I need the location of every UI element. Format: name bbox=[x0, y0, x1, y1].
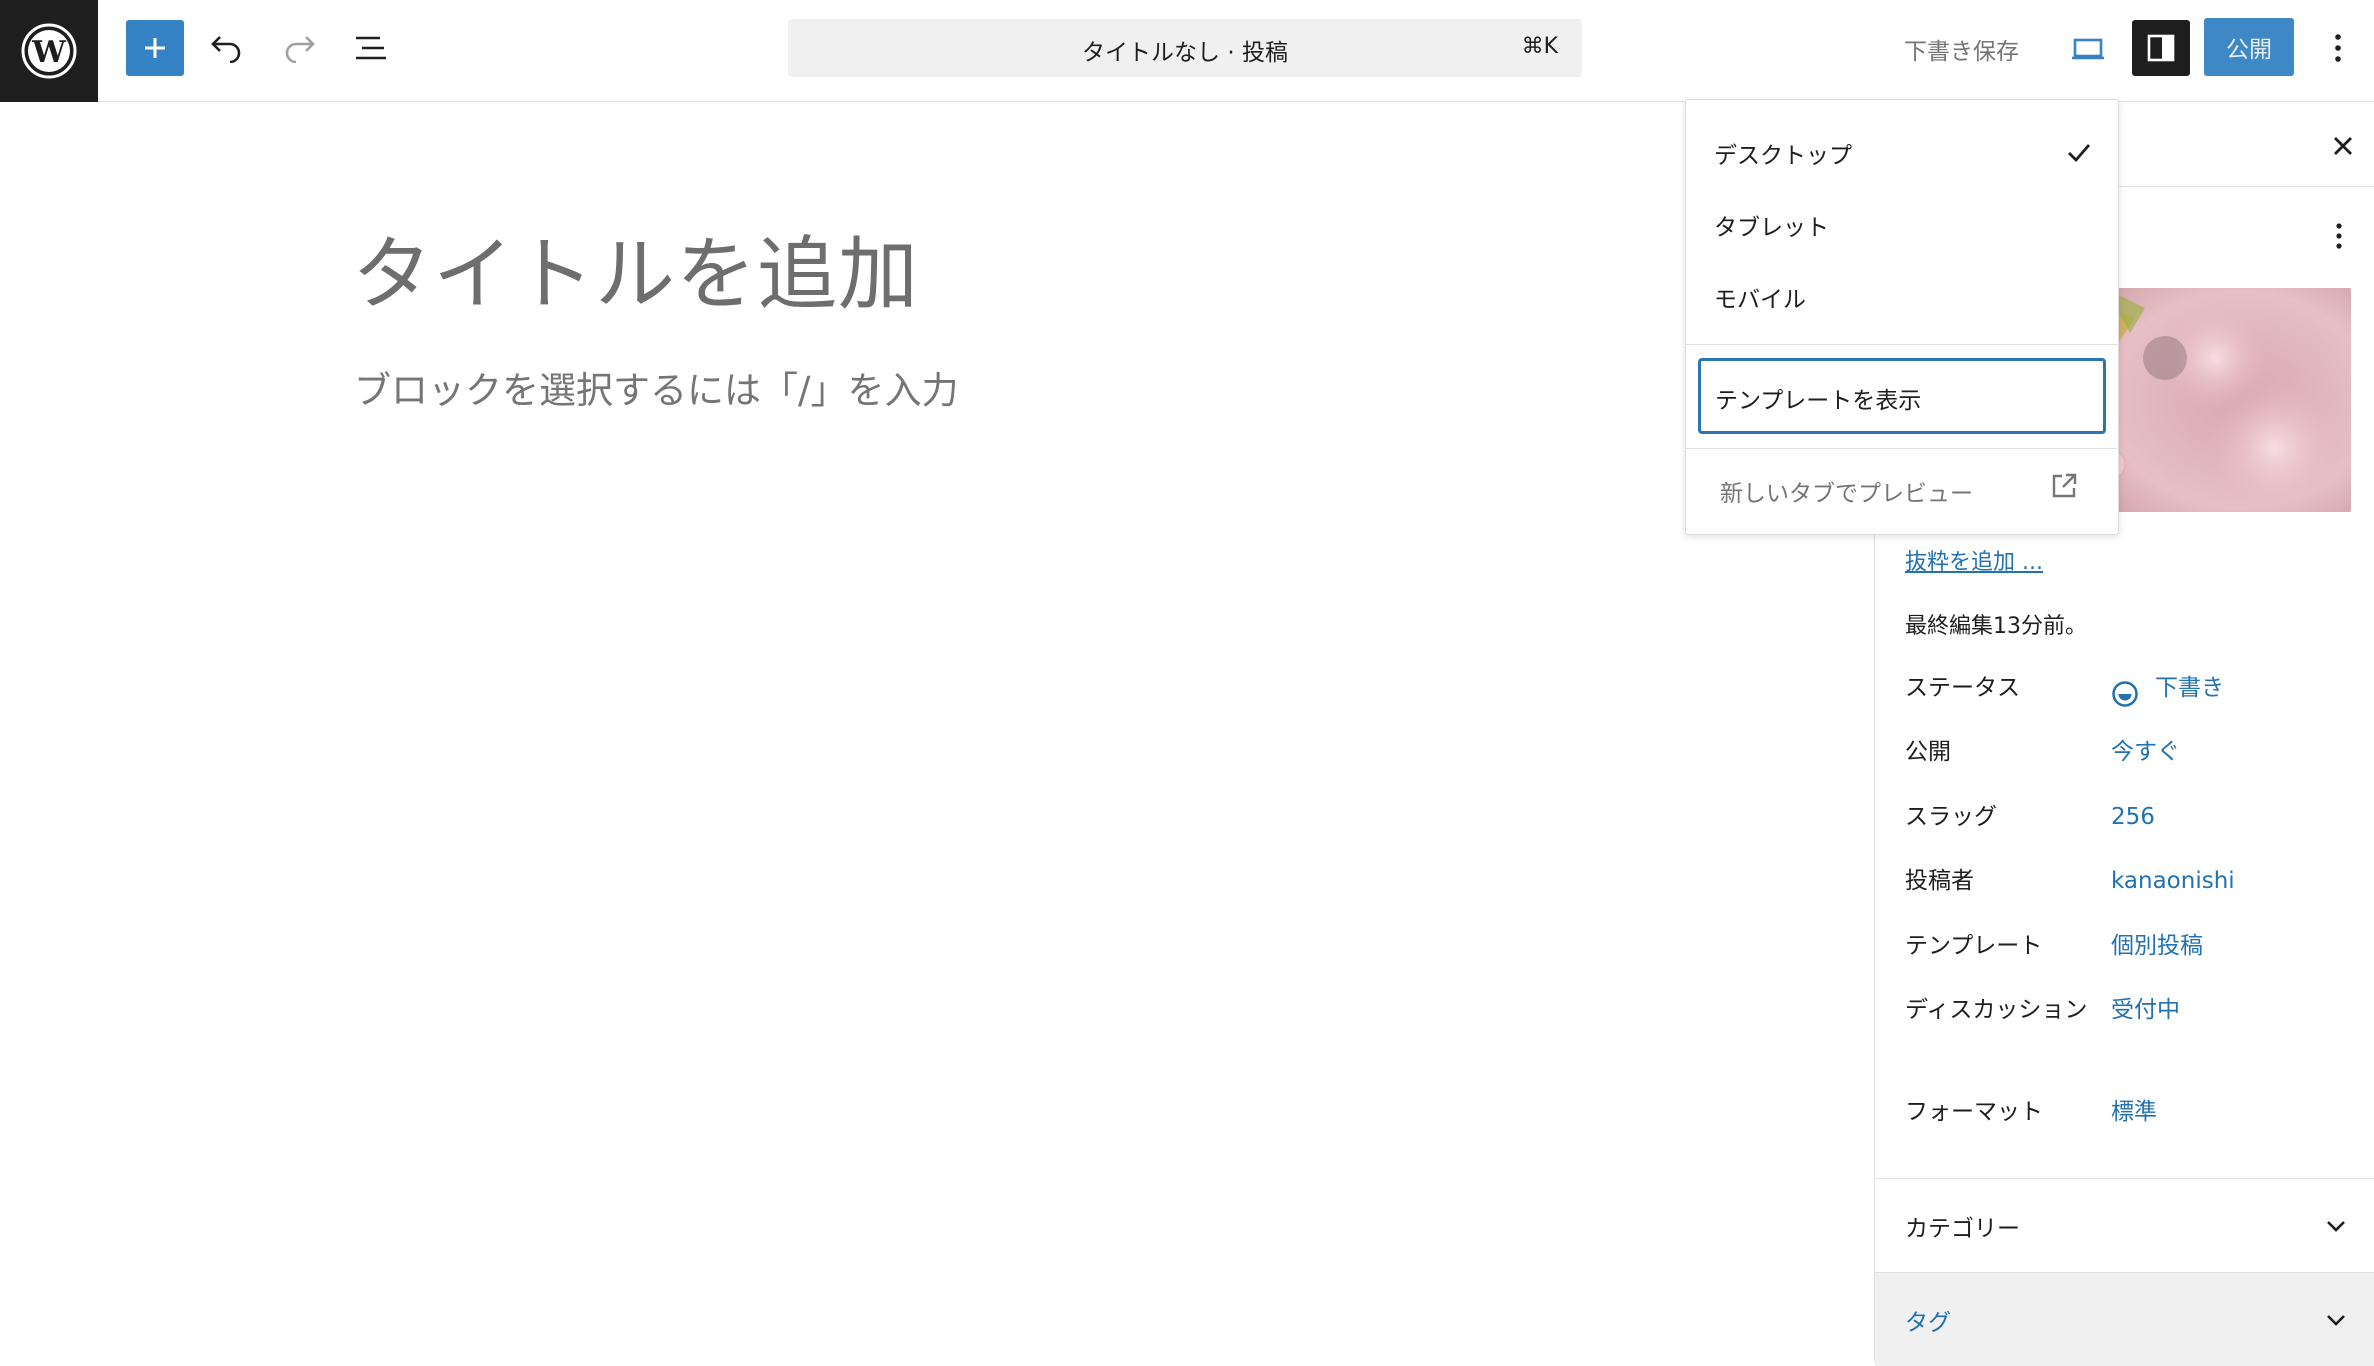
vertical-ellipsis-icon bbox=[2335, 34, 2341, 62]
command-palette-bar[interactable]: タイトルなし · 投稿 ⌘K bbox=[788, 19, 1582, 77]
default-block-appender[interactable]: ブロックを選択するには「/」を入力 bbox=[354, 360, 958, 414]
chevron-down-icon bbox=[2319, 1209, 2353, 1243]
categories-panel-toggle[interactable]: カテゴリー bbox=[1875, 1178, 2374, 1272]
close-icon bbox=[2334, 137, 2352, 155]
save-draft-button[interactable]: 下書き保存 bbox=[1904, 32, 2019, 66]
block-inserter-button[interactable] bbox=[126, 20, 184, 76]
desktop-icon bbox=[2072, 38, 2104, 60]
list-view-button[interactable] bbox=[347, 24, 395, 72]
categories-panel-title: カテゴリー bbox=[1905, 1216, 2020, 1242]
chevron-down-icon bbox=[2319, 1303, 2353, 1337]
list-view-icon bbox=[356, 36, 386, 60]
last-edited-text: 最終編集13分前。 bbox=[1905, 614, 2087, 639]
vertical-ellipsis-icon bbox=[2336, 223, 2342, 249]
author-label: 投稿者 bbox=[1905, 868, 1974, 894]
format-label: フォーマット bbox=[1905, 1099, 2043, 1125]
publish-date-label: 公開 bbox=[1905, 739, 1951, 765]
editor-header: W タイトルなし · 投稿 ⌘K 下書き保存 公開 bbox=[0, 0, 2374, 102]
external-link-icon bbox=[2044, 466, 2084, 506]
menu-item-mobile[interactable]: モバイル bbox=[1714, 280, 1806, 314]
slug-label: スラッグ bbox=[1905, 804, 1997, 830]
publish-date-value[interactable]: 今すぐ bbox=[2111, 734, 2180, 770]
command-shortcut: ⌘K bbox=[1521, 34, 1558, 59]
format-value[interactable]: 標準 bbox=[2111, 1094, 2157, 1130]
draft-icon bbox=[2112, 681, 2138, 707]
menu-item-preview-new-tab[interactable]: 新しいタブでプレビュー bbox=[1720, 474, 1973, 508]
sidebar-icon bbox=[2147, 34, 2175, 62]
svg-text:W: W bbox=[31, 35, 67, 70]
status-value[interactable]: 下書き bbox=[2155, 670, 2224, 706]
settings-sidebar-toggle[interactable] bbox=[2132, 20, 2190, 76]
preview-dropdown-menu: デスクトップ タブレット モバイル テンプレートを表示 新しいタブでプレビュー bbox=[1685, 99, 2119, 535]
author-value[interactable]: kanaonishi bbox=[2111, 863, 2235, 899]
template-label: テンプレート bbox=[1905, 933, 2043, 959]
post-summary-options-button[interactable] bbox=[2323, 216, 2355, 256]
undo-icon bbox=[211, 36, 241, 63]
status-label: ステータス bbox=[1905, 675, 2020, 701]
menu-separator bbox=[1686, 344, 2117, 345]
check-icon bbox=[2062, 136, 2096, 170]
wordpress-icon: W bbox=[21, 23, 77, 79]
discussion-label: ディスカッション bbox=[1905, 997, 2088, 1023]
tags-panel-toggle[interactable]: タグ bbox=[1875, 1272, 2374, 1366]
menu-item-show-template[interactable]: テンプレートを表示 bbox=[1698, 358, 2106, 434]
preview-device-button[interactable] bbox=[2062, 24, 2114, 74]
menu-item-tablet[interactable]: タブレット bbox=[1714, 208, 1829, 242]
slug-value[interactable]: 256 bbox=[2111, 799, 2155, 835]
menu-separator bbox=[1686, 448, 2117, 449]
redo-button[interactable] bbox=[275, 24, 323, 72]
add-excerpt-link[interactable]: 抜粋を追加 ... bbox=[1905, 544, 2043, 576]
post-title-input[interactable]: タイトルを追加 bbox=[352, 210, 919, 326]
close-sidebar-button[interactable] bbox=[2323, 126, 2363, 166]
tags-panel-title: タグ bbox=[1905, 1310, 1951, 1336]
publish-button[interactable]: 公開 bbox=[2204, 18, 2294, 76]
show-template-label: テンプレートを表示 bbox=[1715, 388, 1922, 414]
template-value[interactable]: 個別投稿 bbox=[2111, 928, 2203, 964]
discussion-value[interactable]: 受付中 bbox=[2111, 992, 2180, 1028]
undo-button[interactable] bbox=[203, 24, 251, 72]
redo-icon bbox=[285, 36, 315, 63]
plus-icon bbox=[145, 38, 165, 58]
menu-item-desktop[interactable]: デスクトップ bbox=[1714, 136, 1852, 170]
document-title: タイトルなし · 投稿 bbox=[1082, 40, 1288, 66]
wordpress-logo[interactable]: W bbox=[0, 0, 98, 102]
draft-status-icon bbox=[2111, 680, 2139, 708]
options-menu-button[interactable] bbox=[2318, 24, 2358, 72]
